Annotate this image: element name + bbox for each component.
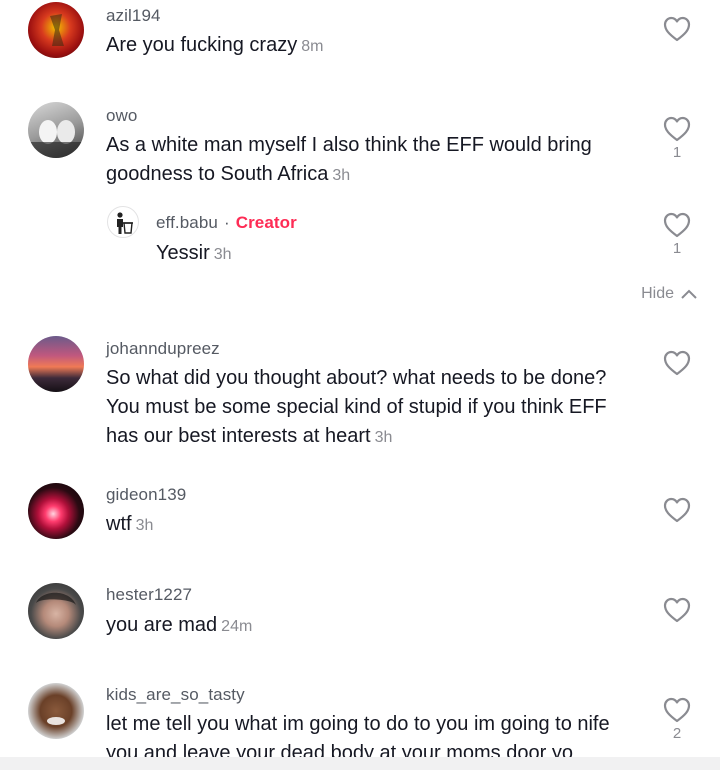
comment-text: you are mad 24m bbox=[106, 611, 626, 641]
like-button[interactable] bbox=[662, 350, 692, 378]
reply-text: Yessir 3h bbox=[156, 239, 576, 269]
comment-body: Are you fucking crazy bbox=[106, 34, 298, 56]
heart-icon bbox=[663, 497, 691, 523]
comment-username[interactable]: johanndupreez bbox=[106, 339, 220, 359]
reply-username[interactable]: eff.babu bbox=[156, 213, 218, 232]
chevron-up-icon bbox=[681, 289, 697, 299]
comment-time: 3h bbox=[332, 167, 351, 184]
creator-badge: Creator bbox=[235, 213, 297, 232]
like-button[interactable] bbox=[662, 497, 692, 525]
comment-time: 3h bbox=[374, 429, 393, 446]
like-count: 1 bbox=[672, 240, 682, 257]
reply-avatar[interactable] bbox=[107, 206, 139, 238]
avatar[interactable] bbox=[28, 483, 84, 539]
avatar[interactable] bbox=[28, 2, 84, 58]
comment-body: you are mad bbox=[106, 614, 218, 636]
reply-body: Yessir bbox=[156, 242, 210, 264]
comment-time: 8m bbox=[301, 38, 324, 55]
heart-icon bbox=[663, 697, 691, 723]
comment-username[interactable]: hester1227 bbox=[106, 585, 192, 605]
hide-label: Hide bbox=[641, 285, 674, 302]
hide-replies-button[interactable]: Hide bbox=[641, 285, 698, 303]
avatar[interactable] bbox=[28, 683, 84, 739]
comment-time: 24m bbox=[221, 618, 253, 635]
heart-icon bbox=[663, 16, 691, 42]
like-button[interactable]: 2 bbox=[662, 697, 692, 742]
comment-time: 3h bbox=[135, 517, 154, 534]
avatar[interactable] bbox=[28, 336, 84, 392]
heart-icon bbox=[663, 350, 691, 376]
comment-text: Are you fucking crazy 8m bbox=[106, 31, 626, 61]
comment-body: So what did you thought about? what need… bbox=[106, 367, 607, 447]
avatar[interactable] bbox=[28, 102, 84, 158]
like-button[interactable] bbox=[662, 16, 692, 44]
heart-icon bbox=[663, 116, 691, 142]
avatar[interactable] bbox=[28, 583, 84, 639]
comment-text: As a white man myself I also think the E… bbox=[106, 131, 626, 190]
heart-icon bbox=[663, 212, 691, 238]
comment-text: wtf 3h bbox=[106, 510, 626, 540]
comment-username[interactable]: gideon139 bbox=[106, 485, 186, 505]
comment-username[interactable]: azil194 bbox=[106, 6, 161, 26]
like-button[interactable] bbox=[662, 597, 692, 625]
comment-body: wtf bbox=[106, 513, 132, 535]
like-count: 2 bbox=[672, 725, 682, 742]
comment-username[interactable]: owo bbox=[106, 106, 138, 126]
comment-text: So what did you thought about? what need… bbox=[106, 364, 626, 452]
reply-username-row: eff.babu · Creator bbox=[156, 213, 297, 233]
reply-time: 3h bbox=[213, 246, 232, 263]
reply-like-button[interactable]: 1 bbox=[662, 212, 692, 257]
like-button[interactable]: 1 bbox=[662, 116, 692, 161]
comment-username[interactable]: kids_are_so_tasty bbox=[106, 685, 245, 705]
heart-icon bbox=[663, 597, 691, 623]
separator-dot: · bbox=[223, 213, 230, 232]
like-count: 1 bbox=[672, 144, 682, 161]
bottom-divider bbox=[0, 757, 720, 770]
